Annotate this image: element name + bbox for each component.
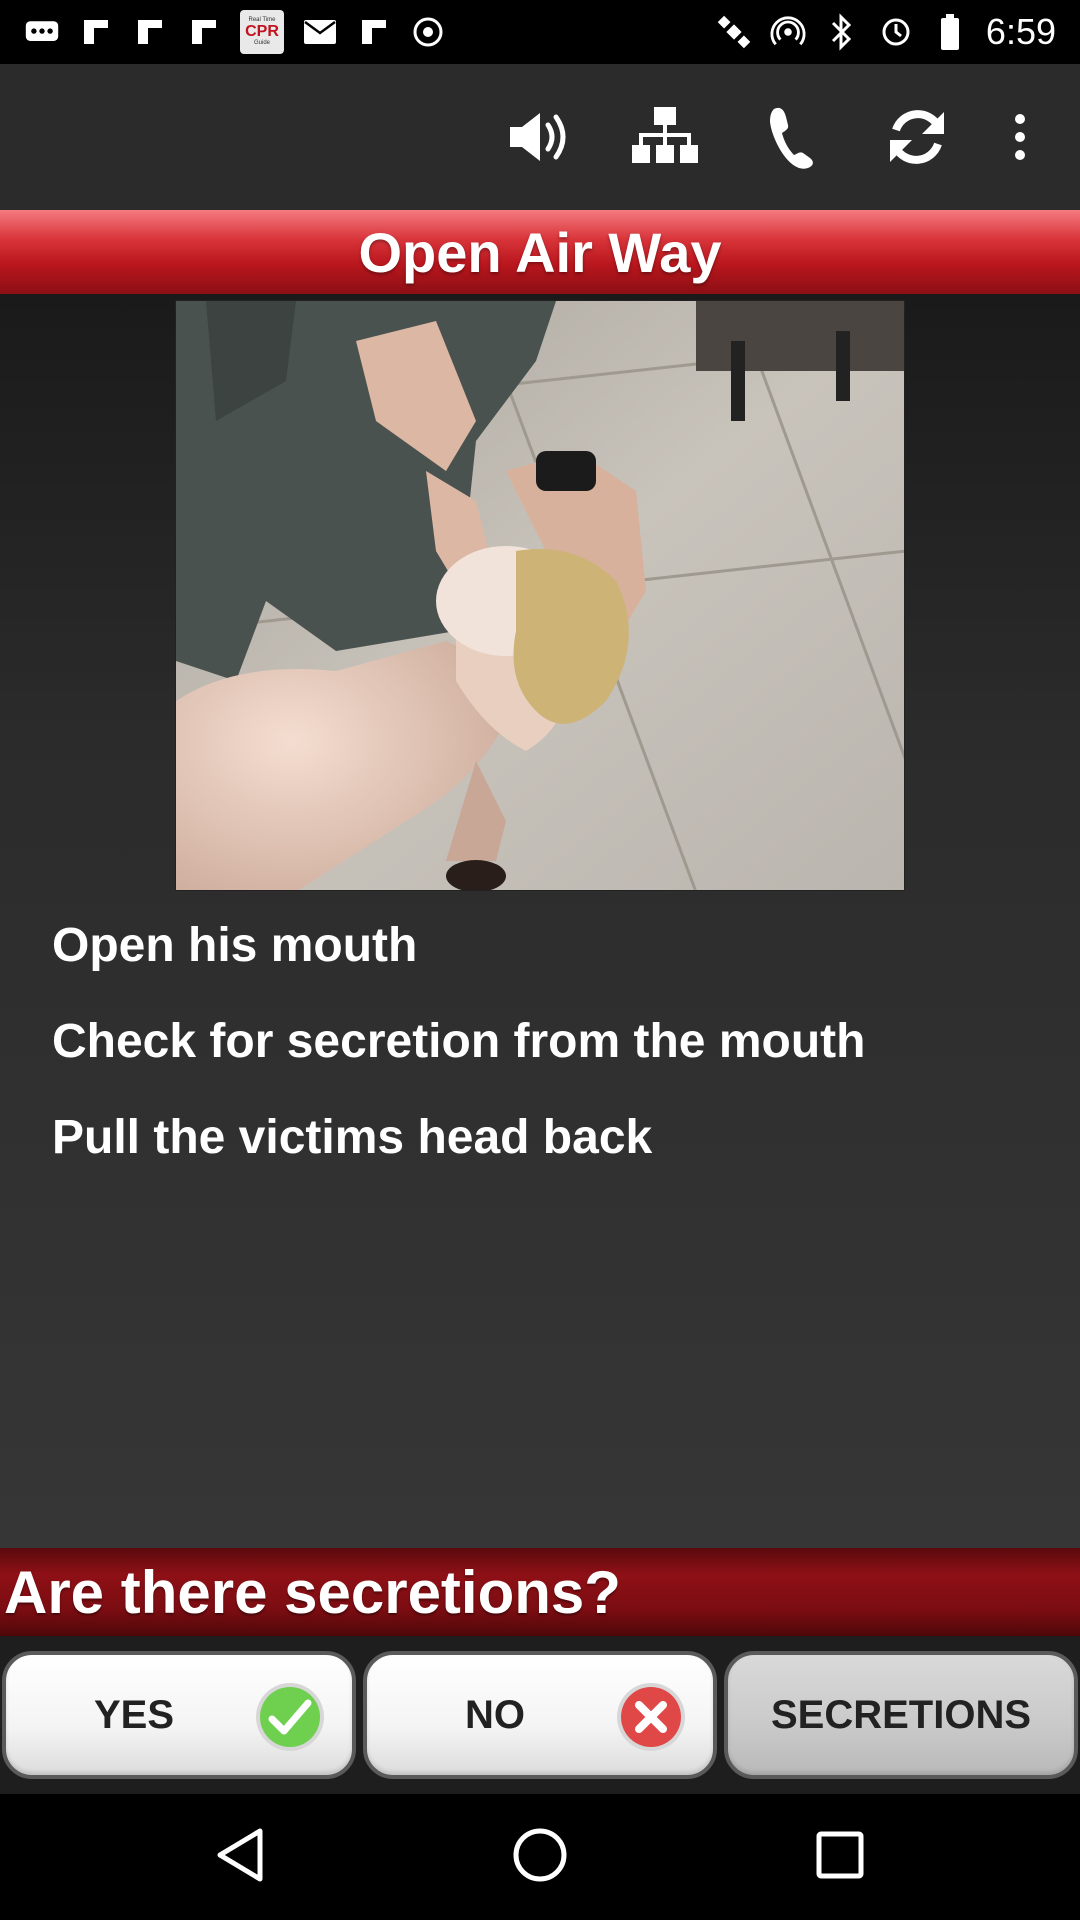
phone-icon	[766, 105, 816, 169]
secretions-button[interactable]: SECRETIONS	[724, 1651, 1078, 1779]
status-notifications: Real Time CPR Guide	[24, 10, 446, 54]
recents-icon	[815, 1830, 865, 1885]
email-icon	[302, 14, 338, 50]
target-icon	[410, 14, 446, 50]
sitemap-icon	[632, 105, 698, 169]
call-button[interactable]	[728, 87, 854, 187]
home-button[interactable]	[480, 1797, 600, 1917]
status-system: 6:59	[716, 11, 1056, 53]
bluetooth-icon	[824, 13, 860, 51]
chat-icon	[24, 14, 60, 50]
status-bar: Real Time CPR Guide 6:59	[0, 0, 1080, 64]
home-icon	[512, 1827, 568, 1888]
airway-illustration	[175, 300, 905, 891]
instruction-item: Pull the victims head back	[52, 1111, 653, 1164]
recents-button[interactable]	[780, 1797, 900, 1917]
back-icon	[214, 1827, 266, 1888]
flipboard-icon	[78, 14, 114, 50]
yes-label: YES	[93, 1692, 175, 1737]
battery-icon	[932, 14, 968, 50]
sync-icon	[878, 14, 914, 50]
refresh-icon	[886, 106, 948, 168]
status-time: 6:59	[985, 11, 1056, 52]
more-vert-icon	[1012, 113, 1028, 161]
no-label: NO	[465, 1692, 525, 1737]
cpr-app-icon: Real Time CPR Guide	[240, 10, 284, 54]
cpr-app-line3: Guide	[253, 40, 270, 46]
flipboard-icon	[132, 14, 168, 50]
flipboard-icon	[356, 14, 392, 50]
refresh-button[interactable]	[854, 87, 980, 187]
back-button[interactable]	[180, 1797, 300, 1917]
checkmark-icon	[252, 1679, 328, 1755]
toolbar	[0, 64, 1080, 210]
hotspot-icon	[770, 14, 806, 50]
speaker-icon	[506, 109, 572, 165]
secretions-label: SECRETIONS	[770, 1692, 1032, 1737]
page-title: Open Air Way	[358, 220, 722, 284]
no-button[interactable]: NO	[363, 1651, 717, 1779]
flipboard-icon	[186, 14, 222, 50]
instruction-list: Open his mouth Check for secretion from …	[52, 918, 1042, 1206]
overflow-menu-button[interactable]	[980, 87, 1060, 187]
yes-button[interactable]: YES	[2, 1651, 356, 1779]
answer-row: YES NO SECRETIONS	[0, 1636, 1080, 1794]
question-text: Are there secretions?	[4, 1558, 621, 1626]
instruction-item: Open his mouth	[52, 919, 418, 972]
satellite-icon	[716, 14, 752, 50]
title-bar: Open Air Way	[0, 210, 1080, 294]
question-bar: Are there secretions?	[0, 1548, 1080, 1636]
speaker-button[interactable]	[476, 87, 602, 187]
cpr-app-line2: CPR	[245, 23, 279, 40]
sitemap-button[interactable]	[602, 87, 728, 187]
instruction-item: Check for secretion from the mouth	[52, 1015, 866, 1068]
close-icon	[613, 1679, 689, 1755]
system-nav-bar	[0, 1794, 1080, 1920]
